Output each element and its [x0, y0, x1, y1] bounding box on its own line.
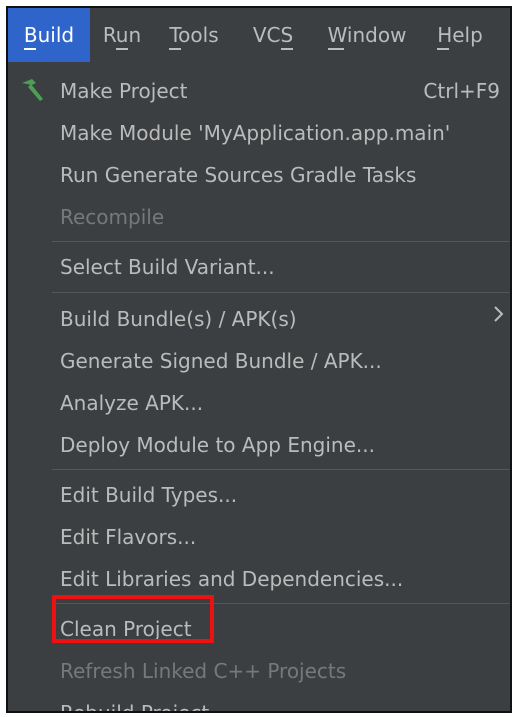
- menu-item-rebuild-project[interactable]: Rebuild Project: [8, 692, 510, 711]
- menu-separator: [52, 292, 510, 293]
- menu-item-edit-flavors[interactable]: Edit Flavors...: [8, 516, 510, 558]
- menu-item-refresh-linked-cpp: Refresh Linked C++ Projects: [60, 659, 347, 683]
- menubar-help[interactable]: Help: [426, 8, 494, 62]
- menubar-vcs[interactable]: VCS: [238, 8, 308, 62]
- menu-bar: Build Run Tools VCS Window Help: [8, 8, 510, 62]
- menu-item-make-module[interactable]: Make Module 'MyApplication.app.main': [8, 112, 510, 154]
- menubar-tools[interactable]: Tools: [155, 8, 233, 62]
- menu-item-deploy-module[interactable]: Deploy Module to App Engine...: [8, 424, 510, 466]
- menu-item-recompile: Recompile: [60, 205, 165, 229]
- menu-item-run-generate-sources[interactable]: Run Generate Sources Gradle Tasks: [8, 154, 510, 196]
- menu-item-analyze-apk[interactable]: Analyze APK...: [8, 382, 510, 424]
- menu-item-select-build-variant[interactable]: Select Build Variant...: [8, 246, 510, 288]
- chevron-right-icon: [494, 306, 504, 322]
- menu-item-build-bundle-apk[interactable]: Build Bundle(s) / APK(s): [8, 298, 510, 340]
- menu-separator: [52, 469, 510, 470]
- menubar-build[interactable]: Build: [8, 8, 90, 62]
- build-menu-window: Build Run Tools VCS Window Help Make Pro…: [6, 6, 512, 713]
- menu-item-generate-signed-bundle[interactable]: Generate Signed Bundle / APK...: [8, 340, 510, 382]
- hammer-icon: [22, 79, 43, 101]
- clean-project-highlight-box: [52, 595, 214, 643]
- menu-item-edit-libraries[interactable]: Edit Libraries and Dependencies...: [8, 558, 510, 600]
- menu-item-edit-build-types[interactable]: Edit Build Types...: [8, 474, 510, 516]
- menu-item-make-project[interactable]: Make Project Ctrl+F9: [8, 70, 510, 112]
- menubar-run[interactable]: Run: [94, 8, 150, 62]
- menu-separator: [52, 241, 510, 242]
- menubar-window[interactable]: Window: [314, 8, 420, 62]
